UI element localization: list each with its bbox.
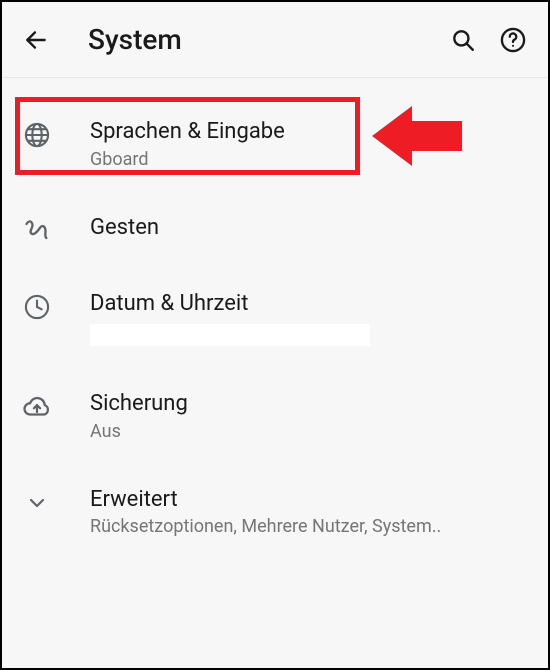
- app-header: System: [2, 2, 548, 78]
- arrow-back-icon: [23, 27, 49, 53]
- item-advanced[interactable]: Erweitert Rücksetzoptionen, Mehrere Nutz…: [2, 464, 548, 560]
- item-text: Erweitert Rücksetzoptionen, Mehrere Nutz…: [90, 486, 528, 538]
- item-title: Datum & Uhrzeit: [90, 290, 528, 319]
- item-text: Sprachen & Eingabe Gboard: [90, 118, 528, 170]
- item-subtitle: Gboard: [90, 149, 528, 170]
- help-icon: [499, 26, 527, 54]
- item-text: Gesten: [90, 214, 528, 243]
- item-subtitle: Aus: [90, 421, 528, 442]
- item-subtitle: [90, 324, 370, 346]
- item-title: Gesten: [90, 214, 528, 243]
- chevron-down-icon: [22, 488, 52, 518]
- item-text: Sicherung Aus: [90, 390, 528, 442]
- item-gestures[interactable]: Gesten: [2, 192, 548, 268]
- cloud-upload-icon: [22, 392, 52, 422]
- back-button[interactable]: [22, 26, 50, 54]
- page-title: System: [88, 23, 428, 56]
- item-text: Datum & Uhrzeit: [90, 290, 528, 347]
- clock-icon: [22, 292, 52, 322]
- item-date-time[interactable]: Datum & Uhrzeit: [2, 268, 548, 369]
- help-button[interactable]: [498, 25, 528, 55]
- gesture-icon: [22, 216, 52, 246]
- search-button[interactable]: [448, 25, 478, 55]
- search-icon: [450, 27, 476, 53]
- item-subtitle: Rücksetzoptionen, Mehrere Nutzer, System…: [90, 516, 528, 537]
- settings-list: Sprachen & Eingabe Gboard Gesten Datum &…: [2, 78, 548, 668]
- item-languages-input[interactable]: Sprachen & Eingabe Gboard: [2, 96, 548, 192]
- item-backup[interactable]: Sicherung Aus: [2, 368, 548, 464]
- globe-icon: [22, 120, 52, 150]
- item-title: Sprachen & Eingabe: [90, 118, 528, 147]
- item-title: Erweitert: [90, 486, 528, 515]
- item-title: Sicherung: [90, 390, 528, 419]
